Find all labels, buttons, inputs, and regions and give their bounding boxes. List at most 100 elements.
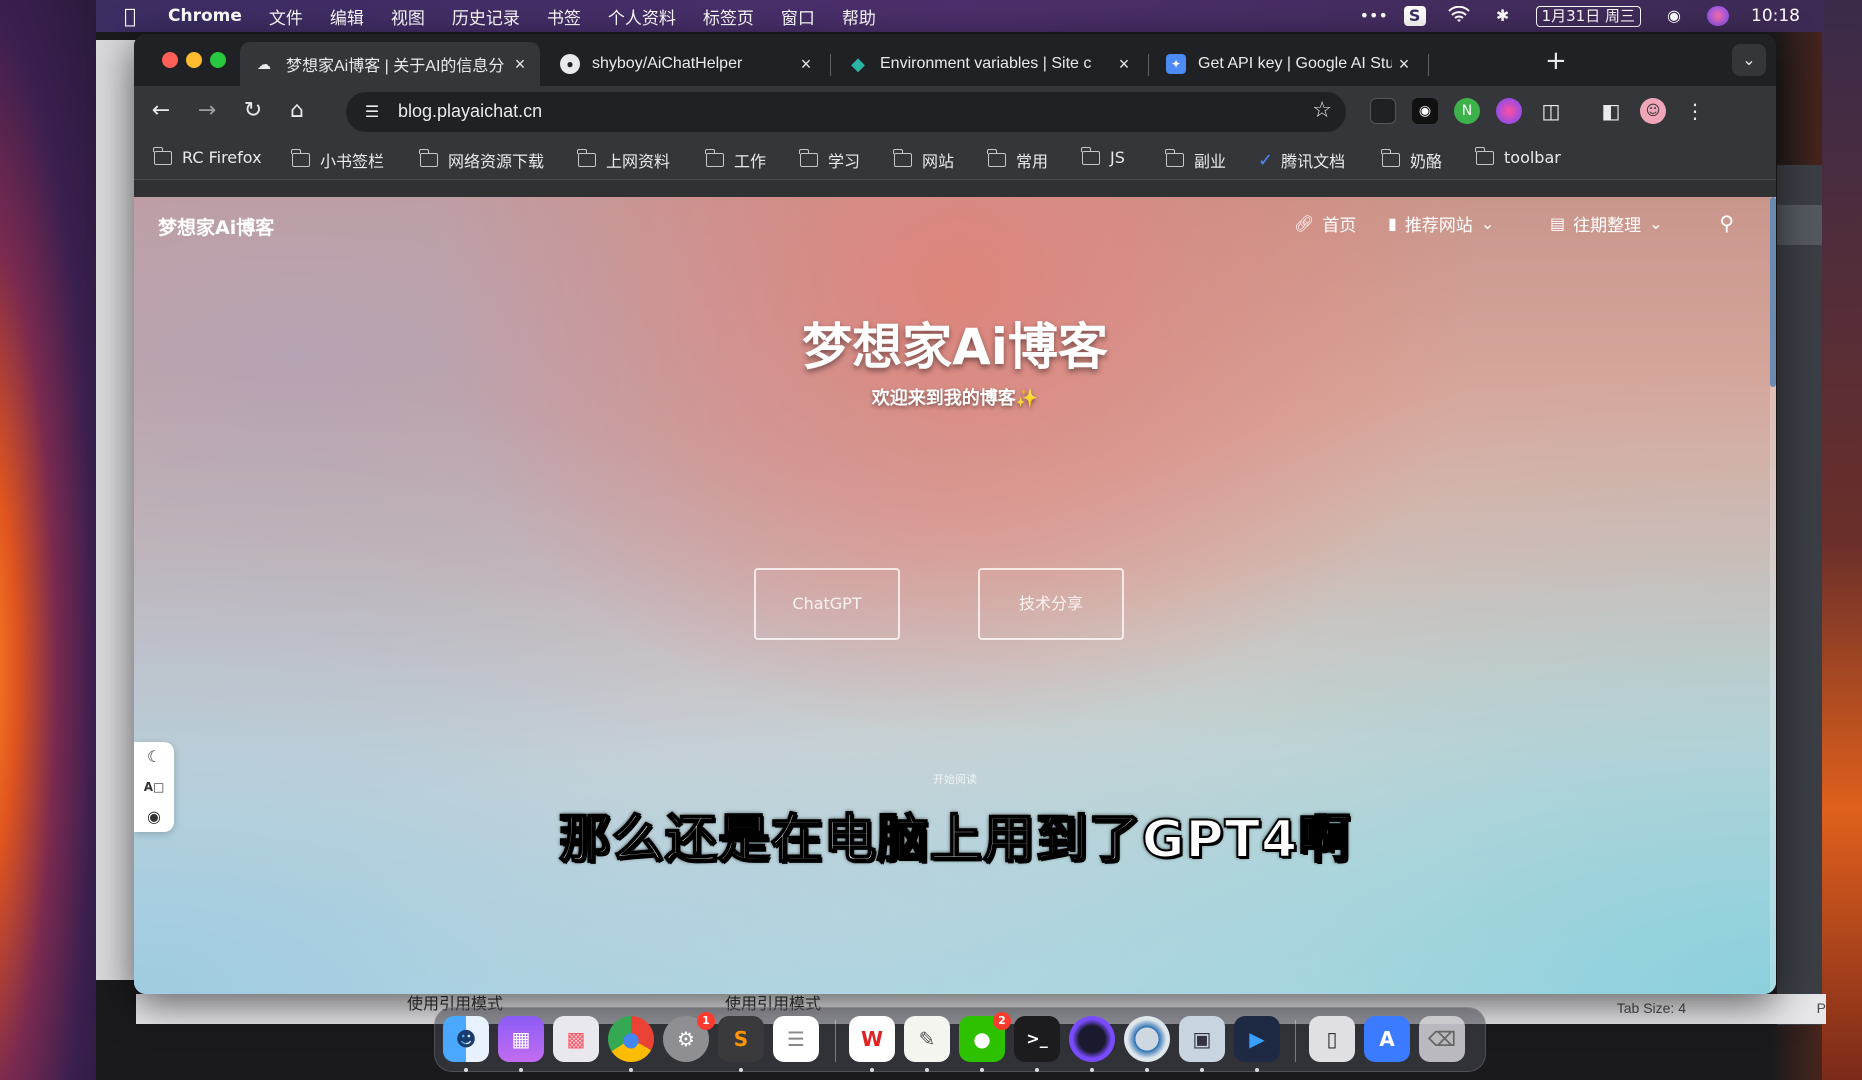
close-tab-icon[interactable]: × bbox=[1112, 54, 1136, 75]
bookmark-folder[interactable]: 上网资料 bbox=[577, 148, 670, 172]
bookmark-folder[interactable]: 奶酪 bbox=[1381, 148, 1443, 172]
folder-icon bbox=[291, 149, 310, 167]
bookmark-folder[interactable]: RC Firefox bbox=[153, 146, 262, 167]
back-arrow-icon[interactable]: ← bbox=[146, 96, 176, 126]
url-text[interactable]: blog.playaichat.cn bbox=[398, 101, 542, 122]
close-tab-icon[interactable]: × bbox=[508, 54, 532, 75]
system-settings-icon[interactable]: ⚙ 1 bbox=[663, 1012, 715, 1062]
clock[interactable]: 10:18 bbox=[1751, 6, 1800, 26]
extension-glasses-icon[interactable]: ◉ bbox=[1412, 98, 1438, 124]
menu-bar:  Chrome 文件 编辑 视图 历史记录 书签 个人资料 标签页 窗口 帮助… bbox=[96, 0, 1824, 32]
tab-google-ai-studio[interactable]: ✦ Get API key | Google AI Studio × bbox=[1152, 42, 1424, 86]
running-indicator bbox=[1255, 1068, 1259, 1072]
close-tab-icon[interactable]: × bbox=[794, 54, 818, 75]
extension-n-icon[interactable]: N bbox=[1454, 98, 1480, 124]
date-display[interactable]: 1月31日 周三 bbox=[1535, 5, 1641, 27]
more-icon[interactable]: ••• bbox=[1360, 6, 1388, 26]
terminal-icon[interactable]: >_ bbox=[1014, 1016, 1060, 1062]
profile-avatar[interactable]: ☺ bbox=[1640, 98, 1666, 124]
menu-item-bookmarks[interactable]: 书签 bbox=[547, 4, 581, 29]
address-bar[interactable]: ☰ blog.playaichat.cn ☆ bbox=[346, 92, 1346, 132]
new-tab-button[interactable]: + bbox=[1545, 46, 1567, 76]
bookmark-folder[interactable]: toolbar bbox=[1475, 146, 1561, 167]
reminders-icon[interactable]: ☰ bbox=[773, 1016, 819, 1062]
nav-archive[interactable]: ▤ 往期整理 ⌄ bbox=[1550, 211, 1663, 236]
wps-office-icon[interactable]: W bbox=[849, 1016, 895, 1062]
quicktime-icon[interactable] bbox=[1124, 1016, 1170, 1062]
home-icon[interactable]: ⌂ bbox=[282, 96, 312, 126]
bookmark-folder[interactable]: 网络资源下载 bbox=[419, 148, 544, 172]
tab-title: Environment variables | Site c bbox=[880, 55, 1092, 72]
textedit-icon[interactable]: ✎ bbox=[904, 1016, 950, 1062]
tab-github[interactable]: ● shyboy/AiChatHelper × bbox=[546, 42, 826, 86]
menu-item-history[interactable]: 历史记录 bbox=[452, 4, 520, 29]
scroll-hint[interactable]: 开始阅读 bbox=[134, 771, 1776, 787]
tab-netlify[interactable]: ◆ Environment variables | Site c × bbox=[834, 42, 1144, 86]
menu-kebab-icon[interactable]: ⋮ bbox=[1682, 98, 1708, 124]
trash-icon[interactable]: ⌫ bbox=[1419, 1016, 1465, 1062]
launchpad-icon[interactable]: ▩ bbox=[553, 1016, 599, 1062]
wifi-icon[interactable] bbox=[1447, 5, 1470, 26]
chrome-window: ☁ 梦想家Ai博客 | 关于AI的信息分 × ● shyboy/AiChatHe… bbox=[134, 34, 1776, 994]
close-window-button[interactable] bbox=[162, 52, 178, 68]
tech-share-button[interactable]: 技术分享 bbox=[978, 568, 1124, 640]
bookmark-label: 奶酪 bbox=[1410, 152, 1443, 171]
finder-icon[interactable]: ☻ bbox=[443, 1016, 489, 1062]
wechat-icon[interactable]: ● 2 bbox=[959, 1012, 1011, 1062]
site-settings-icon[interactable]: ☰ bbox=[360, 100, 384, 124]
menu-item-file[interactable]: 文件 bbox=[269, 4, 303, 29]
video-player-icon[interactable]: ▶ bbox=[1234, 1016, 1280, 1062]
sublime-text-icon[interactable]: S bbox=[718, 1016, 764, 1062]
bookmark-folder[interactable]: 学习 bbox=[799, 148, 860, 172]
menu-item-view[interactable]: 视图 bbox=[391, 4, 425, 29]
phone-mirroring-icon[interactable]: ▯ bbox=[1309, 1016, 1355, 1062]
app-store-icon[interactable]: A bbox=[1364, 1016, 1410, 1062]
preview-icon[interactable]: ▣ bbox=[1179, 1016, 1225, 1062]
close-tab-icon[interactable]: × bbox=[1392, 54, 1416, 75]
bookmark-tencent-docs[interactable]: ✓ 腾讯文档 bbox=[1258, 148, 1345, 172]
bookmark-folder[interactable]: 工作 bbox=[705, 148, 766, 172]
scrollbar-thumb[interactable] bbox=[1770, 197, 1776, 387]
menu-item-edit[interactable]: 编辑 bbox=[330, 4, 364, 29]
chatgpt-button[interactable]: ChatGPT bbox=[754, 568, 900, 640]
extensions-puzzle-icon[interactable]: ◫ bbox=[1538, 98, 1564, 124]
dark-mode-icon[interactable]: ☾ bbox=[134, 742, 174, 772]
obs-icon[interactable] bbox=[1069, 1016, 1115, 1062]
extension-gradient-icon[interactable] bbox=[1496, 98, 1522, 124]
tab-blog[interactable]: ☁ 梦想家Ai博客 | 关于AI的信息分 × bbox=[240, 42, 540, 86]
nav-home[interactable]: 🔗︎ 首页 bbox=[1294, 211, 1356, 236]
apple-icon[interactable]:  bbox=[124, 5, 146, 27]
menu-item-profile[interactable]: 个人资料 bbox=[608, 4, 676, 29]
maximize-window-button[interactable] bbox=[210, 52, 226, 68]
bookmark-star-icon[interactable]: ☆ bbox=[1312, 98, 1332, 123]
cloud-icon: ☁ bbox=[257, 55, 271, 72]
notes-app-icon[interactable]: ▦ bbox=[498, 1016, 544, 1062]
sublime-status-icon[interactable]: S bbox=[1403, 6, 1426, 26]
tab-search-button[interactable]: ⌄ bbox=[1732, 44, 1766, 76]
side-panel-icon[interactable]: ◧ bbox=[1598, 98, 1624, 124]
chrome-app-icon[interactable]: ● bbox=[608, 1016, 654, 1062]
minimize-window-button[interactable] bbox=[186, 52, 202, 68]
extension-dark-icon[interactable] bbox=[1370, 98, 1396, 124]
nav-recommended-sites[interactable]: ▮ 推荐网站 ⌄ bbox=[1388, 211, 1494, 236]
bookmark-folder[interactable]: JS bbox=[1081, 146, 1125, 167]
menu-item-tabs[interactable]: 标签页 bbox=[703, 4, 754, 29]
forward-arrow-icon[interactable]: → bbox=[192, 96, 222, 126]
menu-app-name[interactable]: Chrome bbox=[168, 6, 242, 26]
bookmark-folder[interactable]: 小书签栏 bbox=[291, 148, 384, 172]
bookmark-folder[interactable]: 网站 bbox=[893, 148, 954, 172]
reload-icon[interactable]: ↻ bbox=[238, 96, 268, 126]
menu-item-window[interactable]: 窗口 bbox=[781, 4, 815, 29]
bookmark-folder[interactable]: 常用 bbox=[987, 148, 1048, 172]
dock: ☻ ▦ ▩ ● ⚙ 1 S ☰ W ✎ ● 2 >_ ▣ ▶ ▯ A ⌫ bbox=[434, 1007, 1486, 1072]
page-scrollbar[interactable] bbox=[1770, 197, 1776, 994]
running-indicator bbox=[1200, 1068, 1204, 1072]
search-icon[interactable]: ⚲ bbox=[1719, 211, 1734, 235]
siri-icon[interactable] bbox=[1707, 6, 1729, 26]
antenna-icon[interactable]: ✱ bbox=[1492, 6, 1514, 26]
tencent-docs-icon: ✓ bbox=[1258, 149, 1274, 171]
control-center-icon[interactable]: ◉ bbox=[1663, 6, 1685, 26]
bookmark-folder[interactable]: 副业 bbox=[1165, 148, 1226, 172]
site-logo[interactable]: 梦想家Ai博客 bbox=[158, 213, 274, 240]
menu-item-help[interactable]: 帮助 bbox=[842, 4, 876, 29]
